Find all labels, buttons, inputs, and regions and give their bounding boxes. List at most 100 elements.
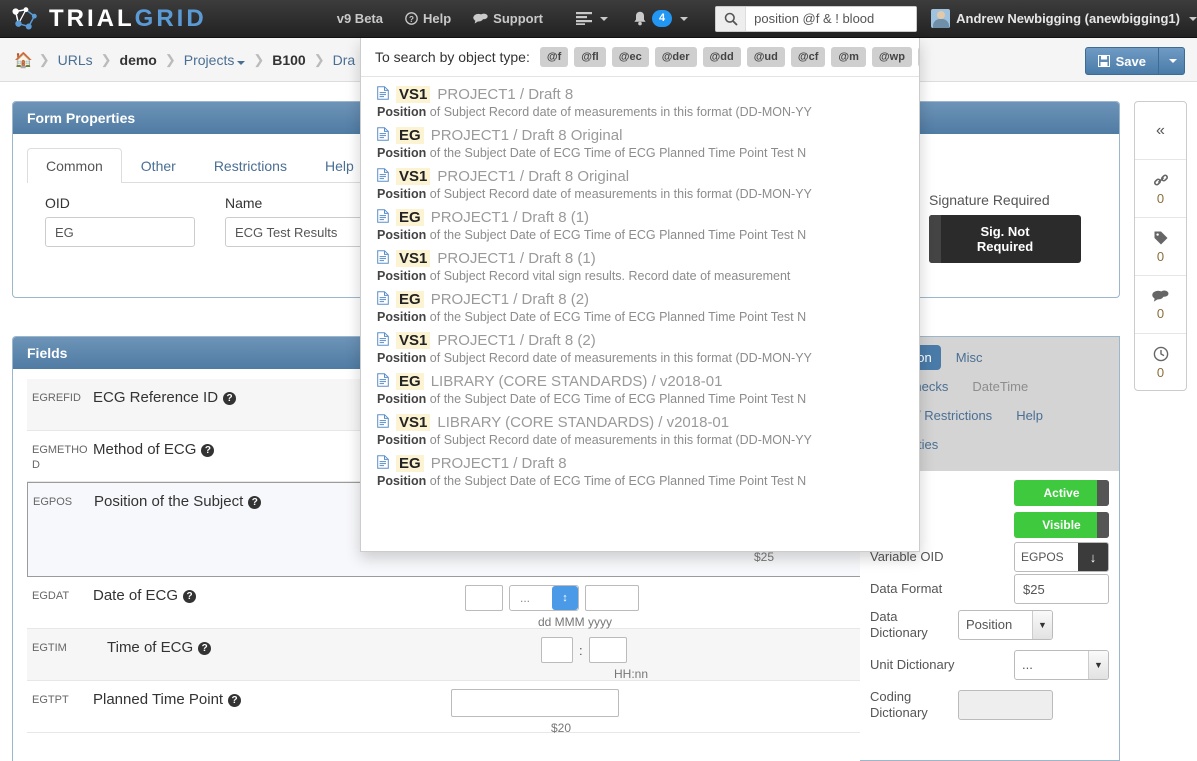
- rail-comments[interactable]: 0: [1135, 276, 1186, 334]
- tab-help[interactable]: Help: [1007, 403, 1052, 428]
- property-control: ... ▼: [1014, 650, 1109, 680]
- search-result-item[interactable]: VS1 LIBRARY (CORE STANDARDS) / v2018-01 Po…: [361, 411, 919, 452]
- breadcrumb-item-demo[interactable]: demo: [114, 52, 163, 68]
- date-day-input[interactable]: [465, 585, 503, 611]
- document-icon: [377, 86, 389, 103]
- rail-links[interactable]: 0: [1135, 160, 1186, 218]
- home-icon[interactable]: 🏠: [10, 51, 37, 69]
- help-icon[interactable]: ?: [201, 444, 215, 457]
- user-menu[interactable]: Andrew Newbigging (anewbigging1): [931, 9, 1197, 28]
- field-format: dd MMM yyyy: [537, 615, 612, 629]
- chip-cf[interactable]: @cf: [790, 47, 826, 67]
- variable-oid-select[interactable]: EGPOS ↓: [1014, 542, 1109, 572]
- help-icon[interactable]: ?: [183, 590, 197, 603]
- help-icon[interactable]: ?: [248, 496, 262, 509]
- breadcrumb-item-projects[interactable]: Projects: [178, 52, 252, 68]
- field-label: Date of ECG?: [93, 577, 423, 614]
- search-button[interactable]: [716, 6, 747, 31]
- search-result-item[interactable]: VS1 PROJECT1 / Draft 8 Original Position o…: [361, 165, 919, 206]
- tab-other[interactable]: Other: [122, 148, 195, 183]
- rail-collapse-button[interactable]: «: [1135, 102, 1186, 160]
- data-format-input[interactable]: [1014, 574, 1109, 604]
- data-dictionary-select[interactable]: Position ▼: [958, 610, 1053, 640]
- search-input[interactable]: [746, 6, 917, 31]
- tab-restrictions[interactable]: Restrictions: [195, 148, 306, 183]
- chip-ec[interactable]: @ec: [611, 47, 649, 67]
- tab-misc[interactable]: Misc: [947, 345, 992, 370]
- chip-der[interactable]: @der: [654, 47, 697, 67]
- search-result-path: PROJECT1 / Draft 8: [437, 86, 574, 103]
- search-results-dropdown: To search by object type: @f @fl @ec @de…: [360, 38, 920, 552]
- search-result-match: Position: [377, 310, 427, 324]
- search-result-item[interactable]: EG LIBRARY (CORE STANDARDS) / v2018-01 Pos…: [361, 370, 919, 411]
- chevrons-left-icon: «: [1156, 121, 1165, 139]
- unit-dictionary-select[interactable]: ... ▼: [1014, 650, 1109, 680]
- search-result-item[interactable]: EG PROJECT1 / Draft 8 Original Position of…: [361, 124, 919, 165]
- search-result-item[interactable]: EG PROJECT1 / Draft 8 (1) Position of the …: [361, 206, 919, 247]
- field-format: HH:nn: [613, 667, 648, 681]
- breadcrumb-item-draft[interactable]: Dra: [327, 52, 362, 68]
- chip-ud[interactable]: @ud: [746, 47, 785, 67]
- coding-dictionary-input[interactable]: [958, 690, 1053, 720]
- chip-wp[interactable]: @wp: [871, 47, 912, 67]
- nav-tasks-menu[interactable]: [554, 0, 619, 38]
- app-root: TRIALGRID v9 Beta ? Help Support 4 posit…: [0, 0, 1197, 761]
- search-result-oid: VS1: [396, 250, 431, 267]
- chip-m[interactable]: @m: [831, 47, 866, 67]
- active-toggle[interactable]: Active: [1014, 480, 1109, 506]
- search-result-match: Position: [377, 269, 427, 283]
- search-result-path: LIBRARY (CORE STANDARDS) / v2018-01: [437, 414, 730, 431]
- rail-tags[interactable]: 0: [1135, 218, 1186, 276]
- breadcrumb-item-urls[interactable]: URLs: [52, 52, 99, 68]
- tab-common[interactable]: Common: [27, 148, 122, 183]
- variable-oid-value: EGPOS: [1021, 550, 1064, 564]
- chip-dd[interactable]: @dd: [702, 47, 741, 67]
- breadcrumb-separator: ❯: [164, 51, 176, 67]
- rail-history[interactable]: 0: [1135, 334, 1186, 392]
- floppy-disk-icon: [1097, 55, 1110, 67]
- document-icon: [377, 373, 389, 390]
- chip-fl[interactable]: @fl: [574, 47, 606, 67]
- nav-notifications[interactable]: 4: [619, 0, 699, 38]
- nav-support[interactable]: Support: [462, 0, 554, 38]
- field-oid: EGDAT: [32, 590, 70, 602]
- save-dropdown-toggle[interactable]: [1159, 47, 1185, 75]
- document-icon: [377, 414, 389, 431]
- time-hour-input[interactable]: [541, 637, 573, 663]
- breadcrumb-item-b100[interactable]: B100: [266, 52, 311, 68]
- document-icon: [377, 168, 389, 185]
- document-icon: [377, 332, 389, 349]
- signature-label: Signature Required: [929, 192, 1050, 208]
- search-result-item[interactable]: EG PROJECT1 / Draft 8 Position of the Subj…: [361, 452, 919, 493]
- date-year-input[interactable]: [585, 585, 639, 611]
- search-result-item[interactable]: VS1 PROJECT1 / Draft 8 Position of Subject…: [361, 83, 919, 124]
- tab-datetime[interactable]: DateTime: [963, 374, 1037, 399]
- nav-help[interactable]: ? Help: [394, 0, 462, 38]
- field-oid: EGMETHOD: [32, 444, 88, 471]
- nav-version[interactable]: v9 Beta: [326, 0, 394, 38]
- search-result-item[interactable]: EG PROJECT1 / Draft 8 (2) Position of the …: [361, 288, 919, 329]
- property-row-coding-dictionary: Coding Dictionary: [870, 685, 1109, 725]
- visible-toggle[interactable]: Visible: [1014, 512, 1109, 538]
- chip-f[interactable]: @f: [539, 47, 569, 67]
- chip-t[interactable]: @t: [917, 47, 919, 67]
- help-icon[interactable]: ?: [223, 392, 237, 405]
- help-icon[interactable]: ?: [198, 642, 212, 655]
- spinner-updown-icon[interactable]: ↕: [552, 586, 578, 610]
- search-result-item[interactable]: VS1 PROJECT1 / Draft 8 (1) Position of Sub…: [361, 247, 919, 288]
- date-month-spinner[interactable]: ... ↕: [509, 585, 579, 611]
- help-icon[interactable]: ?: [228, 694, 242, 707]
- search-result-oid: EG: [396, 373, 424, 390]
- save-button[interactable]: Save: [1084, 47, 1159, 75]
- signature-toggle-button[interactable]: Sig. Not Required: [929, 215, 1081, 263]
- brand-logo-area[interactable]: TRIALGRID: [0, 5, 326, 33]
- field-label-text: Method of ECG: [93, 441, 197, 458]
- search-result-item[interactable]: VS1 PROJECT1 / Draft 8 (2) Position of Sub…: [361, 329, 919, 370]
- time-separator: :: [579, 642, 583, 658]
- planned-time-point-input[interactable]: [451, 689, 619, 717]
- oid-input[interactable]: [45, 217, 195, 247]
- svg-text:?: ?: [409, 15, 414, 24]
- search-result-match: Position: [377, 474, 427, 488]
- time-minute-input[interactable]: [588, 637, 627, 663]
- help-circle-icon: ?: [405, 12, 418, 25]
